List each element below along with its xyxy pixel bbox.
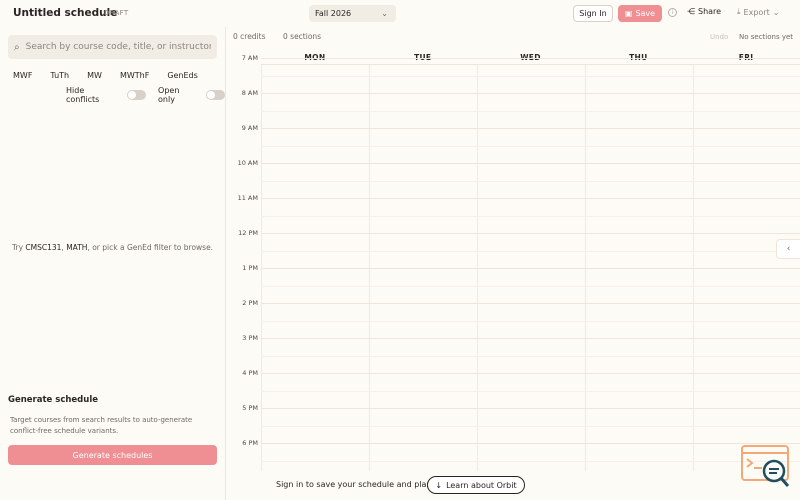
half-hour-gridline <box>261 215 800 217</box>
half-hour-gridline <box>261 110 800 112</box>
time-label: 6 PM <box>242 439 258 447</box>
half-hour-gridline <box>261 355 800 357</box>
time-label: 2 PM <box>242 299 258 307</box>
no-sections-label: No sections yet <box>739 33 794 41</box>
day-headers: MON TUE WED THU FRI <box>261 47 800 65</box>
time-label: 3 PM <box>242 334 258 342</box>
calendar-toolbar: 0 credits 0 sections Undo No sections ye… <box>226 27 800 47</box>
generate-section: Generate schedule Target courses from se… <box>0 389 225 500</box>
draft-badge: DRAFT <box>104 9 129 17</box>
hour-gridline <box>261 163 800 164</box>
info-icon[interactable]: i <box>668 8 677 17</box>
save-button[interactable]: ▣ Save <box>618 5 662 22</box>
learn-label: Learn about Orbit <box>446 480 517 490</box>
search-box[interactable]: ⌕ <box>8 35 217 59</box>
filter-mwthf[interactable]: MWThF <box>120 71 149 80</box>
top-bar: Untitled schedule DRAFT Fall 2026 ⌄ Sign… <box>0 0 800 27</box>
chevron-down-icon: ⌄ <box>381 9 388 18</box>
filter-tuth[interactable]: TuTh <box>50 71 69 80</box>
half-hour-gridline <box>261 180 800 182</box>
hour-gridline <box>261 443 800 444</box>
half-hour-gridline <box>261 145 800 147</box>
half-hour-gridline <box>261 390 800 392</box>
half-hour-gridline <box>261 425 800 427</box>
time-label: 8 AM <box>241 89 258 97</box>
hide-conflicts-toggle[interactable] <box>127 90 147 100</box>
schedule-title[interactable]: Untitled schedule <box>13 7 117 19</box>
sidebar: ⌕ MWF TuTh MW MWThF GenEds Hide conflict… <box>0 27 226 500</box>
hour-gridline <box>261 408 800 409</box>
time-label: 10 AM <box>237 159 258 167</box>
hint-prefix: Try <box>12 243 26 252</box>
half-hour-gridline <box>261 250 800 252</box>
hour-gridline <box>261 268 800 269</box>
share-icon: ⋲ <box>687 7 695 16</box>
half-hour-gridline <box>261 75 800 77</box>
filter-mwf[interactable]: MWF <box>13 71 32 80</box>
half-hour-gridline <box>261 460 800 462</box>
share-label: Share <box>698 7 722 16</box>
calendar-grid[interactable] <box>261 58 800 471</box>
collapse-panel-button[interactable]: ‹ <box>776 239 800 259</box>
term-value: Fall 2026 <box>315 9 352 18</box>
generate-description: Target courses from search results to au… <box>10 416 193 435</box>
time-label: 4 PM <box>242 369 258 377</box>
hour-gridline <box>261 373 800 374</box>
filter-mw[interactable]: MW <box>87 71 102 80</box>
hint-suffix: , or pick a GenEd filter to browse. <box>87 243 214 252</box>
chevron-left-icon: ‹ <box>786 244 791 254</box>
undo-button[interactable]: Undo <box>710 33 728 41</box>
sections-count: 0 sections <box>283 32 322 41</box>
day-header-tue: TUE <box>369 47 477 64</box>
save-label: Save <box>635 9 656 18</box>
export-button[interactable]: ⤓ Export ⌄ <box>737 7 779 17</box>
open-only-label: Open only <box>158 86 180 104</box>
day-filters: MWF TuTh MW MWThF GenEds <box>13 71 216 80</box>
toggle-row: Hide conflicts Open only <box>66 86 225 104</box>
export-label: Export <box>743 7 770 17</box>
day-header-fri: FRI <box>692 47 800 64</box>
orbit-logo-icon[interactable] <box>740 444 792 490</box>
calendar: 0 credits 0 sections Undo No sections ye… <box>226 27 800 471</box>
hint-code-cmsc131[interactable]: CMSC131 <box>25 243 61 252</box>
share-button[interactable]: ⋲ Share <box>687 7 721 16</box>
generate-title: Generate schedule <box>8 395 99 405</box>
hour-gridline <box>261 198 800 199</box>
hour-gridline <box>261 58 800 59</box>
empty-hint: Try CMSC131, MATH, or pick a GenEd filte… <box>12 243 213 252</box>
hour-gridline <box>261 338 800 339</box>
footer-bar: Sign in to save your schedule and plan. … <box>226 471 800 500</box>
day-header-thu: THU <box>584 47 692 64</box>
half-hour-gridline <box>261 320 800 322</box>
arrow-down-icon: ↓ <box>435 480 443 490</box>
term-select[interactable]: Fall 2026 ⌄ <box>309 5 396 22</box>
day-header-mon: MON <box>261 47 369 64</box>
time-label: 7 AM <box>241 54 258 62</box>
save-icon: ▣ <box>624 9 633 18</box>
generate-schedules-button[interactable]: Generate schedules <box>8 445 217 465</box>
search-icon: ⌕ <box>14 41 20 53</box>
time-label: 12 PM <box>238 229 258 237</box>
credits-count: 0 credits <box>233 32 266 41</box>
sign-in-message: Sign in to save your schedule and plan. <box>276 480 435 489</box>
time-label: 5 PM <box>242 404 258 412</box>
learn-about-orbit-button[interactable]: ↓ Learn about Orbit <box>427 476 525 494</box>
hour-gridline <box>261 93 800 94</box>
day-header-wed: WED <box>477 47 585 64</box>
half-hour-gridline <box>261 285 800 287</box>
sign-in-button[interactable]: Sign In <box>573 5 613 22</box>
filter-geneds[interactable]: GenEds <box>167 71 198 80</box>
hint-code-math[interactable]: MATH <box>66 243 87 252</box>
time-label: 9 AM <box>241 124 258 132</box>
hour-gridline <box>261 128 800 129</box>
hide-conflicts-label: Hide conflicts <box>66 86 100 104</box>
search-input[interactable] <box>25 42 211 52</box>
hour-gridline <box>261 233 800 234</box>
hour-gridline <box>261 303 800 304</box>
time-label: 1 PM <box>242 264 258 272</box>
download-icon: ⤓ <box>737 7 741 16</box>
chevron-down-icon: ⌄ <box>772 7 780 17</box>
time-label: 11 AM <box>237 194 258 202</box>
open-only-toggle[interactable] <box>206 90 225 100</box>
